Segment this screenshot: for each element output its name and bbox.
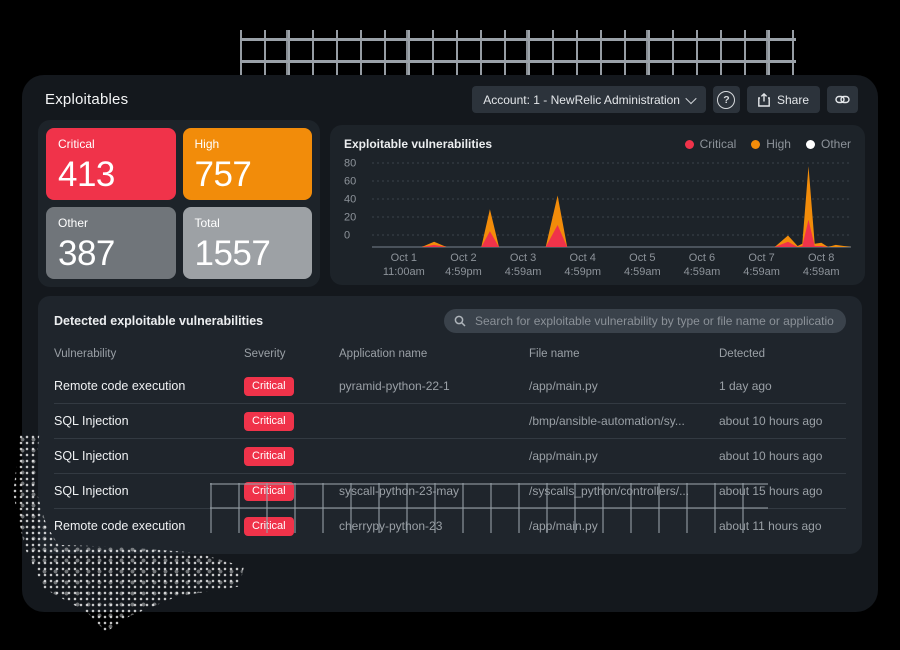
stat-card-high[interactable]: High 757 bbox=[183, 128, 313, 200]
x-axis-labels: Oct 111:00amOct 24:59pmOct 34:59amOct 44… bbox=[374, 251, 851, 280]
legend-dot bbox=[685, 140, 694, 149]
svg-text:40: 40 bbox=[344, 194, 356, 206]
column-header[interactable]: Vulnerability bbox=[54, 348, 244, 360]
stat-cards-panel: Critical 413 High 757 Other 387 Total 15… bbox=[38, 120, 320, 287]
x-axis-label: Oct 34:59am bbox=[493, 251, 553, 280]
stat-value: 387 bbox=[58, 237, 164, 270]
cell-severity: Critical bbox=[244, 376, 339, 395]
chart-title: Exploitable vulnerabilities bbox=[344, 137, 492, 151]
stat-value: 413 bbox=[58, 158, 164, 191]
page: Exploitables Account: 1 - NewRelic Admin… bbox=[0, 0, 900, 650]
account-dropdown[interactable]: Account: 1 - NewRelic Administration bbox=[472, 86, 706, 113]
link-icon bbox=[835, 95, 850, 104]
table-row[interactable]: SQL Injection Critical /app/main.py abou… bbox=[54, 438, 846, 473]
stat-label: Other bbox=[58, 216, 164, 230]
stat-label: High bbox=[195, 137, 301, 151]
table-column-headers: Vulnerability Severity Application name … bbox=[54, 339, 846, 369]
x-axis-label: Oct 64:59am bbox=[672, 251, 732, 280]
column-header[interactable]: Application name bbox=[339, 348, 529, 360]
legend-label: Critical bbox=[700, 137, 737, 151]
stat-value: 1557 bbox=[195, 237, 301, 270]
x-axis-label: Oct 54:59am bbox=[613, 251, 673, 280]
cell-vulnerability: SQL Injection bbox=[54, 414, 244, 428]
legend-dot bbox=[806, 140, 815, 149]
chart-legend: Critical High Other bbox=[685, 137, 851, 151]
search-icon bbox=[454, 315, 466, 327]
stat-label: Total bbox=[195, 216, 301, 230]
chart-header: Exploitable vulnerabilities Critical Hig… bbox=[344, 137, 851, 151]
chart-gridlines: 80 60 40 20 0 bbox=[344, 158, 851, 242]
severity-badge: Critical bbox=[244, 412, 294, 430]
search-input[interactable] bbox=[473, 313, 836, 329]
column-header[interactable]: Severity bbox=[244, 348, 339, 360]
cell-severity: Critical bbox=[244, 446, 339, 465]
cell-vulnerability: SQL Injection bbox=[54, 449, 244, 463]
cell-detected: about 10 hours ago bbox=[719, 414, 846, 428]
share-button-label: Share bbox=[777, 93, 809, 107]
column-header[interactable]: File name bbox=[529, 348, 719, 360]
help-button[interactable]: ? bbox=[713, 86, 740, 113]
cell-detected: 1 day ago bbox=[719, 379, 846, 393]
legend-item-other[interactable]: Other bbox=[806, 137, 851, 151]
help-icon: ? bbox=[717, 91, 735, 109]
table-title: Detected exploitable vulnerabilities bbox=[54, 314, 263, 328]
svg-text:60: 60 bbox=[344, 176, 356, 188]
svg-text:20: 20 bbox=[344, 212, 356, 224]
share-button[interactable]: Share bbox=[747, 86, 820, 113]
severity-badge: Critical bbox=[244, 377, 294, 395]
fence-rail bbox=[240, 60, 796, 63]
table-header: Detected exploitable vulnerabilities bbox=[54, 309, 846, 333]
legend-item-critical[interactable]: Critical bbox=[685, 137, 737, 151]
search-box[interactable] bbox=[444, 309, 846, 333]
page-title: Exploitables bbox=[45, 91, 128, 108]
area-chart-svg[interactable]: 80 60 40 20 0 bbox=[344, 157, 851, 249]
table-row[interactable]: SQL Injection Critical /bmp/ansible-auto… bbox=[54, 403, 846, 438]
legend-label: High bbox=[766, 137, 791, 151]
fence-rail bbox=[210, 483, 768, 485]
fence-grid-decoration-top bbox=[240, 30, 796, 77]
header-controls: Account: 1 - NewRelic Administration ? S… bbox=[472, 86, 858, 113]
column-header[interactable]: Detected bbox=[719, 348, 846, 360]
x-axis-label: Oct 111:00am bbox=[374, 251, 434, 280]
x-axis-label: Oct 74:59am bbox=[732, 251, 792, 280]
chevron-down-icon bbox=[685, 92, 696, 103]
cell-file-name: /bmp/ansible-automation/sy... bbox=[529, 414, 719, 428]
legend-dot bbox=[751, 140, 760, 149]
table-row[interactable]: Remote code execution Critical pyramid-p… bbox=[54, 369, 846, 403]
stat-card-total[interactable]: Total 1557 bbox=[183, 207, 313, 279]
svg-text:0: 0 bbox=[344, 230, 350, 242]
x-axis-label: Oct 24:59pm bbox=[434, 251, 494, 280]
copy-link-button[interactable] bbox=[827, 86, 858, 113]
severity-badge: Critical bbox=[244, 447, 294, 465]
cell-severity: Critical bbox=[244, 411, 339, 430]
stat-label: Critical bbox=[58, 137, 164, 151]
stat-card-other[interactable]: Other 387 bbox=[46, 207, 176, 279]
x-axis-label: Oct 84:59am bbox=[791, 251, 851, 280]
account-dropdown-label: Account: 1 - NewRelic Administration bbox=[483, 93, 680, 107]
fence-grid-decoration-bottom bbox=[210, 483, 768, 533]
fence-rail bbox=[240, 38, 796, 41]
legend-item-high[interactable]: High bbox=[751, 137, 791, 151]
cell-detected: about 10 hours ago bbox=[719, 449, 846, 463]
vulnerabilities-chart-panel: Exploitable vulnerabilities Critical Hig… bbox=[330, 125, 865, 285]
fence-rail bbox=[210, 507, 768, 509]
cell-file-name: /app/main.py bbox=[529, 379, 719, 393]
svg-text:80: 80 bbox=[344, 158, 356, 170]
cell-vulnerability: Remote code execution bbox=[54, 379, 244, 393]
legend-label: Other bbox=[821, 137, 851, 151]
cell-application-name: pyramid-python-22-1 bbox=[339, 379, 529, 393]
share-icon bbox=[758, 93, 770, 107]
cell-file-name: /app/main.py bbox=[529, 449, 719, 463]
stat-value: 757 bbox=[195, 158, 301, 191]
x-axis-label: Oct 44:59pm bbox=[553, 251, 613, 280]
stat-card-critical[interactable]: Critical 413 bbox=[46, 128, 176, 200]
